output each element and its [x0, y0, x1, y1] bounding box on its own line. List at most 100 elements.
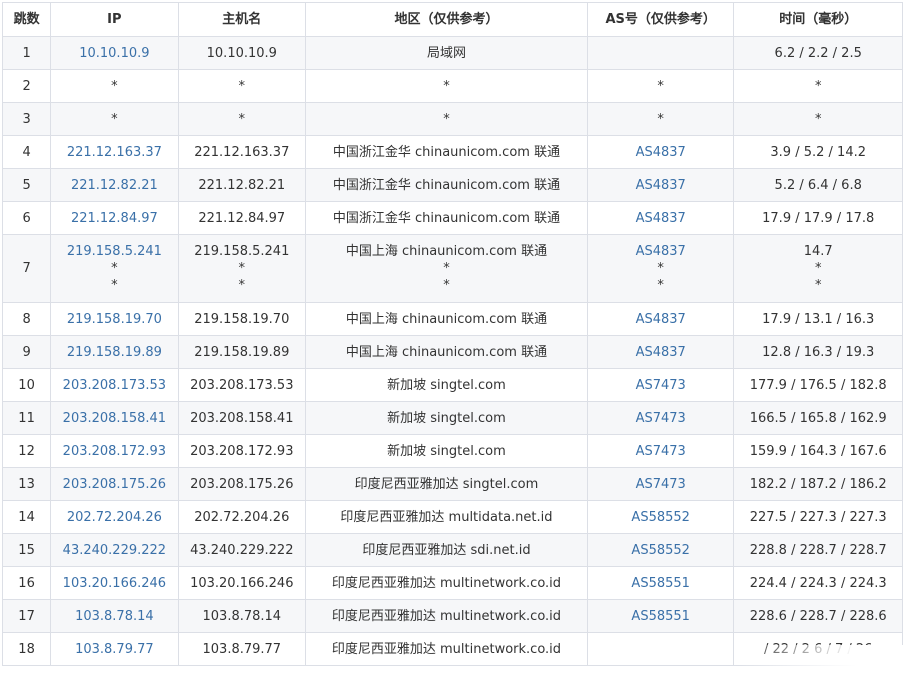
- cell-region: 新加坡 singtel.com: [305, 401, 588, 435]
- cell-ip: 203.208.173.53: [50, 368, 179, 402]
- cell-as: *: [586, 69, 735, 103]
- cell-host-text: 219.158.19.89: [194, 344, 290, 360]
- cell-as: [586, 36, 735, 70]
- cell-as: AS4837: [586, 302, 735, 336]
- cell-as-text[interactable]: AS58552: [588, 509, 732, 526]
- cell-ip-text[interactable]: 203.208.175.26: [52, 476, 177, 493]
- cell-time-text: 5.2 / 6.4 / 6.8: [774, 177, 862, 193]
- cell-hop: 3: [1, 102, 52, 136]
- cell-ip-text[interactable]: 221.12.82.21: [52, 177, 177, 194]
- cell-time: 12.8 / 16.3 / 19.3: [733, 335, 903, 369]
- cell-hop: 7: [1, 234, 52, 303]
- cell-ip-text[interactable]: 221.12.84.97: [52, 210, 177, 227]
- cell-as-text[interactable]: AS7473: [588, 410, 732, 427]
- cell-region: 印度尼西亚雅加达 multinetwork.co.id: [305, 632, 588, 666]
- cell-host-text: 221.12.163.37: [194, 144, 290, 160]
- cell-region-text: *: [443, 261, 450, 276]
- cell-ip: 219.158.19.89: [50, 335, 179, 369]
- cell-region-text: *: [443, 111, 450, 127]
- header-time: 时间（毫秒）: [733, 2, 903, 37]
- cell-time-text: *: [814, 111, 822, 127]
- header-host: 主机名: [177, 2, 307, 37]
- cell-ip: 219.158.19.70: [50, 302, 179, 336]
- cell-ip-text[interactable]: 219.158.19.70: [52, 311, 177, 328]
- cell-hop: 8: [1, 302, 52, 336]
- cell-time: 182.2 / 187.2 / 186.2: [733, 467, 903, 501]
- cell-ip-text: *: [111, 261, 118, 276]
- cell-host-text: 203.208.173.53: [190, 377, 294, 393]
- cell-ip-text[interactable]: 43.240.229.222: [52, 542, 177, 559]
- cell-as-text: *: [657, 111, 664, 127]
- cell-as-text[interactable]: AS4837: [588, 344, 732, 361]
- cell-region: 新加坡 singtel.com: [305, 368, 588, 402]
- cell-hop: 11: [1, 401, 52, 435]
- cell-region-text: 印度尼西亚雅加达 multinetwork.co.id: [331, 608, 562, 624]
- cell-as: AS7473: [586, 368, 735, 402]
- cell-as-text: *: [657, 278, 664, 293]
- table-row: 7 219.158.5.241 * * 219.158.5.241 * * 中国上海 chin…: [1, 234, 903, 303]
- cell-ip-text[interactable]: 219.158.19.89: [52, 344, 177, 361]
- table-row: 14 202.72.204.26 202.72.204.26 印度尼西亚雅加达 mul…: [1, 500, 903, 534]
- cell-time: 159.9 / 164.3 / 167.6: [733, 434, 903, 468]
- cell-host: 219.158.19.89: [177, 335, 307, 369]
- cell-ip: 103.8.78.14: [50, 599, 179, 633]
- table-row: 1 10.10.10.9 10.10.10.9 局域网 6.2 / 2.2 / 2.5: [1, 36, 903, 70]
- cell-time: 14.7 * *: [733, 234, 903, 303]
- cell-region: 印度尼西亚雅加达 multidata.net.id: [305, 500, 588, 534]
- cell-ip: 221.12.82.21: [50, 168, 179, 202]
- cell-time: 5.2 / 6.4 / 6.8: [733, 168, 903, 202]
- cell-ip-text[interactable]: 103.20.166.246: [52, 575, 177, 592]
- cell-as: AS4837: [586, 168, 735, 202]
- cell-ip-text: *: [111, 278, 118, 293]
- cell-ip: 103.20.166.246: [50, 566, 179, 600]
- cell-region-text: 新加坡 singtel.com: [387, 443, 506, 459]
- cell-region-text: 印度尼西亚雅加达 multidata.net.id: [340, 509, 553, 525]
- cell-as-text[interactable]: AS4837: [588, 177, 732, 194]
- cell-hop: 10: [1, 368, 52, 402]
- cell-as-text[interactable]: AS4837: [588, 311, 732, 328]
- table-row: 16 103.20.166.246 103.20.166.246 印度尼西亚雅加达 m…: [1, 566, 903, 600]
- cell-as-text[interactable]: AS4837: [588, 210, 732, 227]
- cell-ip-text[interactable]: 221.12.163.37: [52, 144, 177, 161]
- cell-host: 10.10.10.9: [177, 36, 307, 70]
- cell-as-text: *: [657, 78, 664, 94]
- cell-as-text[interactable]: AS58551: [588, 608, 732, 625]
- cell-ip-text[interactable]: 103.8.78.14: [52, 608, 177, 625]
- cell-as-text[interactable]: AS58552: [588, 542, 732, 559]
- traceroute-table: 跳数 IP 主机名 地区（仅供参考） AS号（仅供参考） 时间（毫秒） 1 10.…: [1, 2, 903, 666]
- table-row: 12 203.208.172.93 203.208.172.93 新加坡 singte…: [1, 434, 903, 468]
- cell-region: 中国浙江金华 chinaunicom.com 联通: [305, 168, 588, 202]
- table-header-row: 跳数 IP 主机名 地区（仅供参考） AS号（仅供参考） 时间（毫秒）: [1, 2, 903, 37]
- cell-ip-text[interactable]: 203.208.158.41: [52, 410, 177, 427]
- cell-as-text[interactable]: AS4837: [588, 243, 732, 260]
- cell-time-text: *: [814, 261, 822, 276]
- cell-region: 印度尼西亚雅加达 sdi.net.id: [305, 533, 588, 567]
- cell-as-text: *: [657, 261, 664, 276]
- cell-ip-text[interactable]: 203.208.173.53: [52, 377, 177, 394]
- cell-time-text: *: [814, 78, 822, 94]
- cell-ip-text[interactable]: 202.72.204.26: [52, 509, 177, 526]
- cell-region-text: 中国上海 chinaunicom.com 联通: [345, 344, 548, 360]
- cell-hop: 4: [1, 135, 52, 169]
- cell-host: *: [177, 69, 307, 103]
- cell-as-text[interactable]: AS58551: [588, 575, 732, 592]
- cell-host: 219.158.5.241 * *: [177, 234, 307, 303]
- cell-time-text: 166.5 / 165.8 / 162.9: [749, 410, 887, 426]
- cell-ip-text[interactable]: 219.158.5.241: [52, 243, 177, 260]
- cell-as-text[interactable]: AS7473: [588, 443, 732, 460]
- cell-as-text[interactable]: AS7473: [588, 377, 732, 394]
- cell-as-text[interactable]: AS7473: [588, 476, 732, 493]
- cell-hop: 14: [1, 500, 52, 534]
- cell-host-text: 103.8.79.77: [202, 641, 282, 657]
- cell-host-text: *: [238, 261, 246, 276]
- table-row: 9 219.158.19.89 219.158.19.89 中国上海 chinauni…: [1, 335, 903, 369]
- cell-ip: 203.208.172.93: [50, 434, 179, 468]
- cell-ip-text[interactable]: 203.208.172.93: [52, 443, 177, 460]
- cell-ip-text[interactable]: 10.10.10.9: [52, 45, 177, 62]
- cell-time: 17.9 / 17.9 / 17.8: [733, 201, 903, 235]
- cell-host: 103.8.79.77: [177, 632, 307, 666]
- cell-as-text[interactable]: AS4837: [588, 144, 732, 161]
- cell-ip-text[interactable]: 103.8.79.77: [52, 641, 177, 658]
- cell-ip: 203.208.175.26: [50, 467, 179, 501]
- cell-as: AS58551: [586, 566, 735, 600]
